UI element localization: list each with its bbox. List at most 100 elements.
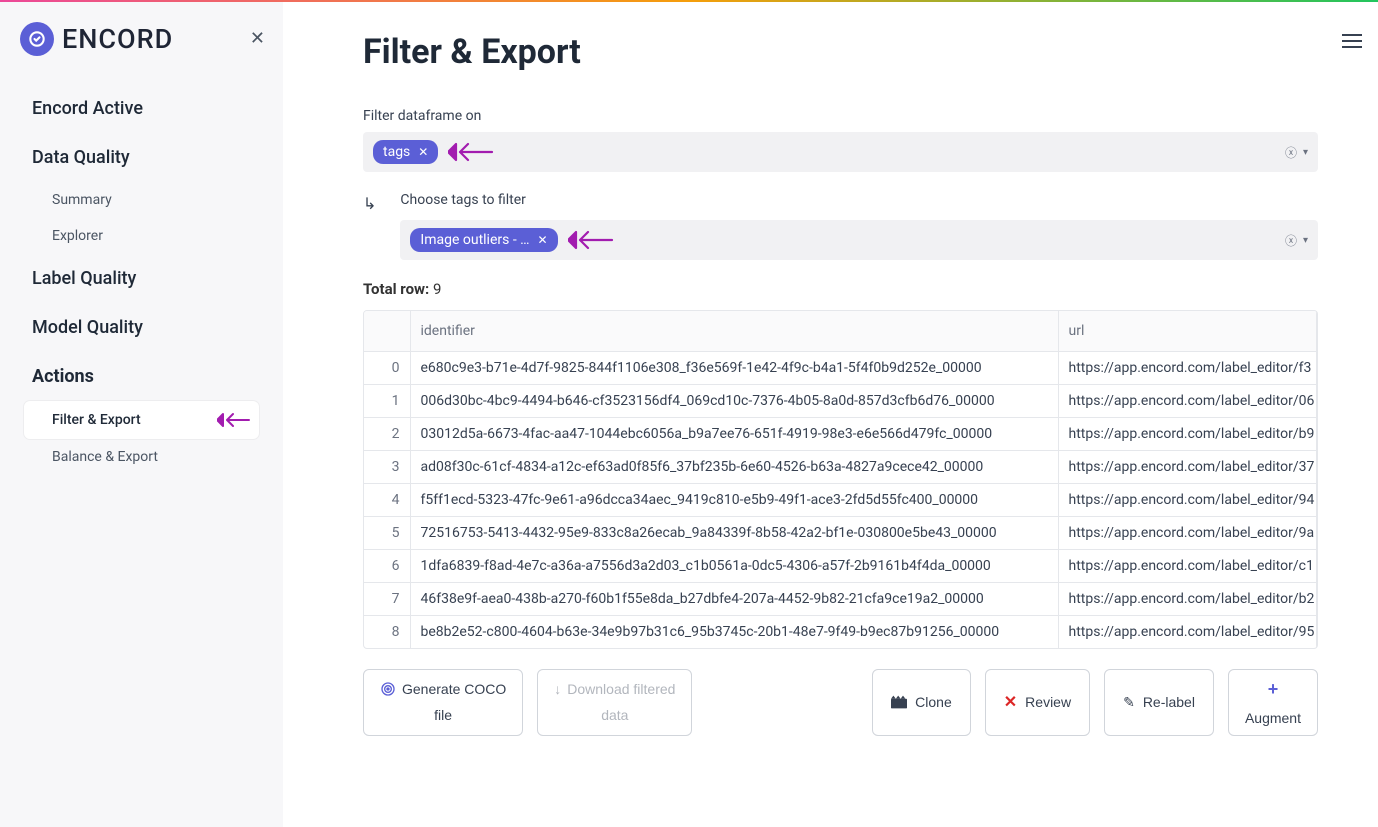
row-url: https://app.encord.com/label_editor/94 <box>1058 483 1317 516</box>
spiral-icon <box>380 681 396 697</box>
clone-button[interactable]: Clone <box>872 669 971 737</box>
callout-arrow-icon <box>568 229 614 251</box>
row-identifier: 006d30bc-4bc9-4494-b646-cf3523156df4_069… <box>410 384 1058 417</box>
sidebar: ENCORD ✕ Encord Active Data Quality Summ… <box>0 2 283 827</box>
sidebar-nav: Encord Active Data Quality Summary Explo… <box>0 84 283 475</box>
clear-tags-icon[interactable]: ⓧ <box>1285 232 1297 249</box>
main-content: Filter & Export Filter dataframe on tags… <box>283 2 1378 827</box>
row-url: https://app.encord.com/label_editor/9a <box>1058 516 1317 549</box>
btn-label-line2: data <box>601 706 628 724</box>
chip-remove-icon[interactable]: ✕ <box>418 145 428 159</box>
logo-text: ENCORD <box>62 23 173 55</box>
pencil-icon: ✎ <box>1123 694 1135 711</box>
row-identifier: f5ff1ecd-5323-47fc-9e61-a96dcca34aec_941… <box>410 483 1058 516</box>
chip-remove-icon[interactable]: ✕ <box>538 233 548 247</box>
table-row[interactable]: 572516753-5413-4432-95e9-833c8a26ecab_9a… <box>364 516 1317 549</box>
download-icon: ↓ <box>554 680 561 698</box>
review-button[interactable]: ✕ Review <box>985 669 1090 737</box>
filter-dropdown-icon[interactable]: ▾ <box>1303 147 1308 158</box>
augment-button[interactable]: + Augment <box>1228 669 1318 737</box>
tags-chip-bar[interactable]: Image outliers - … ✕ ⓧ ▾ <box>400 220 1318 260</box>
sidebar-item-encord-active[interactable]: Encord Active <box>24 84 259 133</box>
plus-icon: + <box>1268 678 1279 701</box>
relabel-button[interactable]: ✎ Re-label <box>1104 669 1214 737</box>
table-row[interactable]: 0e680c9e3-b71e-4d7f-9825-844f1106e308_f3… <box>364 351 1317 384</box>
close-sidebar-icon[interactable]: ✕ <box>250 28 265 49</box>
row-index: 5 <box>364 516 410 549</box>
btn-label-line1: Generate COCO <box>402 680 506 698</box>
row-index: 4 <box>364 483 410 516</box>
btn-label: Clone <box>915 694 952 710</box>
table-row[interactable]: 1006d30bc-4bc9-4494-b646-cf3523156df4_06… <box>364 384 1317 417</box>
row-url: https://app.encord.com/label_editor/37 <box>1058 450 1317 483</box>
col-header-url[interactable]: url <box>1058 311 1317 351</box>
chip-label: tags <box>383 144 410 160</box>
row-identifier: 72516753-5413-4432-95e9-833c8a26ecab_9a8… <box>410 516 1058 549</box>
sidebar-item-explorer[interactable]: Explorer <box>24 218 259 254</box>
row-identifier: 1dfa6839-f8ad-4e7c-a36a-a7556d3a2d03_c1b… <box>410 549 1058 582</box>
row-url: https://app.encord.com/label_editor/c1 <box>1058 549 1317 582</box>
btn-label: Review <box>1025 694 1071 710</box>
row-identifier: be8b2e52-c800-4604-b63e-34e9b97b31c6_95b… <box>410 615 1058 648</box>
row-identifier: 46f38e9f-aea0-438b-a270-f60b1f55e8da_b27… <box>410 582 1058 615</box>
download-filtered-button[interactable]: ↓ Download filtered data <box>537 669 692 737</box>
table-row[interactable]: 3ad08f30c-61cf-4834-a12c-ef63ad0f85f6_37… <box>364 450 1317 483</box>
row-url: https://app.encord.com/label_editor/06 <box>1058 384 1317 417</box>
row-index: 0 <box>364 351 410 384</box>
row-url: https://app.encord.com/label_editor/95 <box>1058 615 1317 648</box>
sidebar-item-data-quality[interactable]: Data Quality <box>24 133 259 182</box>
total-value: 9 <box>433 280 441 298</box>
btn-label-line2: file <box>434 706 452 724</box>
generate-coco-button[interactable]: Generate COCO file <box>363 669 523 737</box>
row-index: 8 <box>364 615 410 648</box>
sidebar-item-balance-export[interactable]: Balance & Export <box>24 439 259 475</box>
table-row[interactable]: 8be8b2e52-c800-4604-b63e-34e9b97b31c6_95… <box>364 615 1317 648</box>
table-row[interactable]: 4f5ff1ecd-5323-47fc-9e61-a96dcca34aec_94… <box>364 483 1317 516</box>
btn-label: Re-label <box>1143 694 1195 710</box>
sidebar-item-label: Filter & Export <box>52 412 141 428</box>
logo: ENCORD <box>0 22 283 84</box>
tags-dropdown-icon[interactable]: ▾ <box>1303 235 1308 246</box>
logo-icon <box>20 22 54 56</box>
row-identifier: e680c9e3-b71e-4d7f-9825-844f1106e308_f36… <box>410 351 1058 384</box>
row-index: 2 <box>364 417 410 450</box>
clear-filters-icon[interactable]: ⓧ <box>1285 144 1297 161</box>
row-index: 3 <box>364 450 410 483</box>
table-row[interactable]: 746f38e9f-aea0-438b-a270-f60b1f55e8da_b2… <box>364 582 1317 615</box>
menu-icon[interactable] <box>1342 30 1362 52</box>
sidebar-item-actions[interactable]: Actions <box>24 352 259 401</box>
tag-chip-image-outliers[interactable]: Image outliers - … ✕ <box>410 228 557 252</box>
choose-tags-label: Choose tags to filter <box>400 192 1318 208</box>
total-label: Total row: <box>363 280 429 298</box>
chip-label: Image outliers - … <box>420 232 529 248</box>
sidebar-item-summary[interactable]: Summary <box>24 182 259 218</box>
row-url: https://app.encord.com/label_editor/b2 <box>1058 582 1317 615</box>
row-index: 7 <box>364 582 410 615</box>
table-row[interactable]: 203012d5a-6673-4fac-aa47-1044ebc6056a_b9… <box>364 417 1317 450</box>
table-row[interactable]: 61dfa6839-f8ad-4e7c-a36a-a7556d3a2d03_c1… <box>364 549 1317 582</box>
btn-label: Augment <box>1245 709 1301 727</box>
x-icon: ✕ <box>1004 692 1017 712</box>
table-header-row: identifier url <box>364 311 1317 351</box>
col-header-identifier[interactable]: identifier <box>410 311 1058 351</box>
row-url: https://app.encord.com/label_editor/f3 <box>1058 351 1317 384</box>
indent-arrow-icon: ↳ <box>363 192 376 213</box>
actions-row: Generate COCO file ↓ Download filtered d… <box>363 669 1318 737</box>
sidebar-item-model-quality[interactable]: Model Quality <box>24 303 259 352</box>
sidebar-item-filter-export[interactable]: Filter & Export <box>24 401 259 439</box>
col-header-index[interactable] <box>364 311 410 351</box>
movie-icon <box>891 695 907 709</box>
filter-chip-tags[interactable]: tags ✕ <box>373 140 438 164</box>
total-row-count: Total row: 9 <box>363 280 1318 298</box>
btn-label-line1: Download filtered <box>567 680 675 698</box>
sidebar-item-label-quality[interactable]: Label Quality <box>24 254 259 303</box>
page-title: Filter & Export <box>363 32 1318 72</box>
row-index: 6 <box>364 549 410 582</box>
row-identifier: 03012d5a-6673-4fac-aa47-1044ebc6056a_b9a… <box>410 417 1058 450</box>
callout-arrow-icon <box>448 141 494 163</box>
row-url: https://app.encord.com/label_editor/b9 <box>1058 417 1317 450</box>
results-table: identifier url 0e680c9e3-b71e-4d7f-9825-… <box>363 310 1318 649</box>
filter-chip-bar[interactable]: tags ✕ ⓧ ▾ <box>363 132 1318 172</box>
callout-arrow-icon <box>217 411 251 429</box>
row-identifier: ad08f30c-61cf-4834-a12c-ef63ad0f85f6_37b… <box>410 450 1058 483</box>
